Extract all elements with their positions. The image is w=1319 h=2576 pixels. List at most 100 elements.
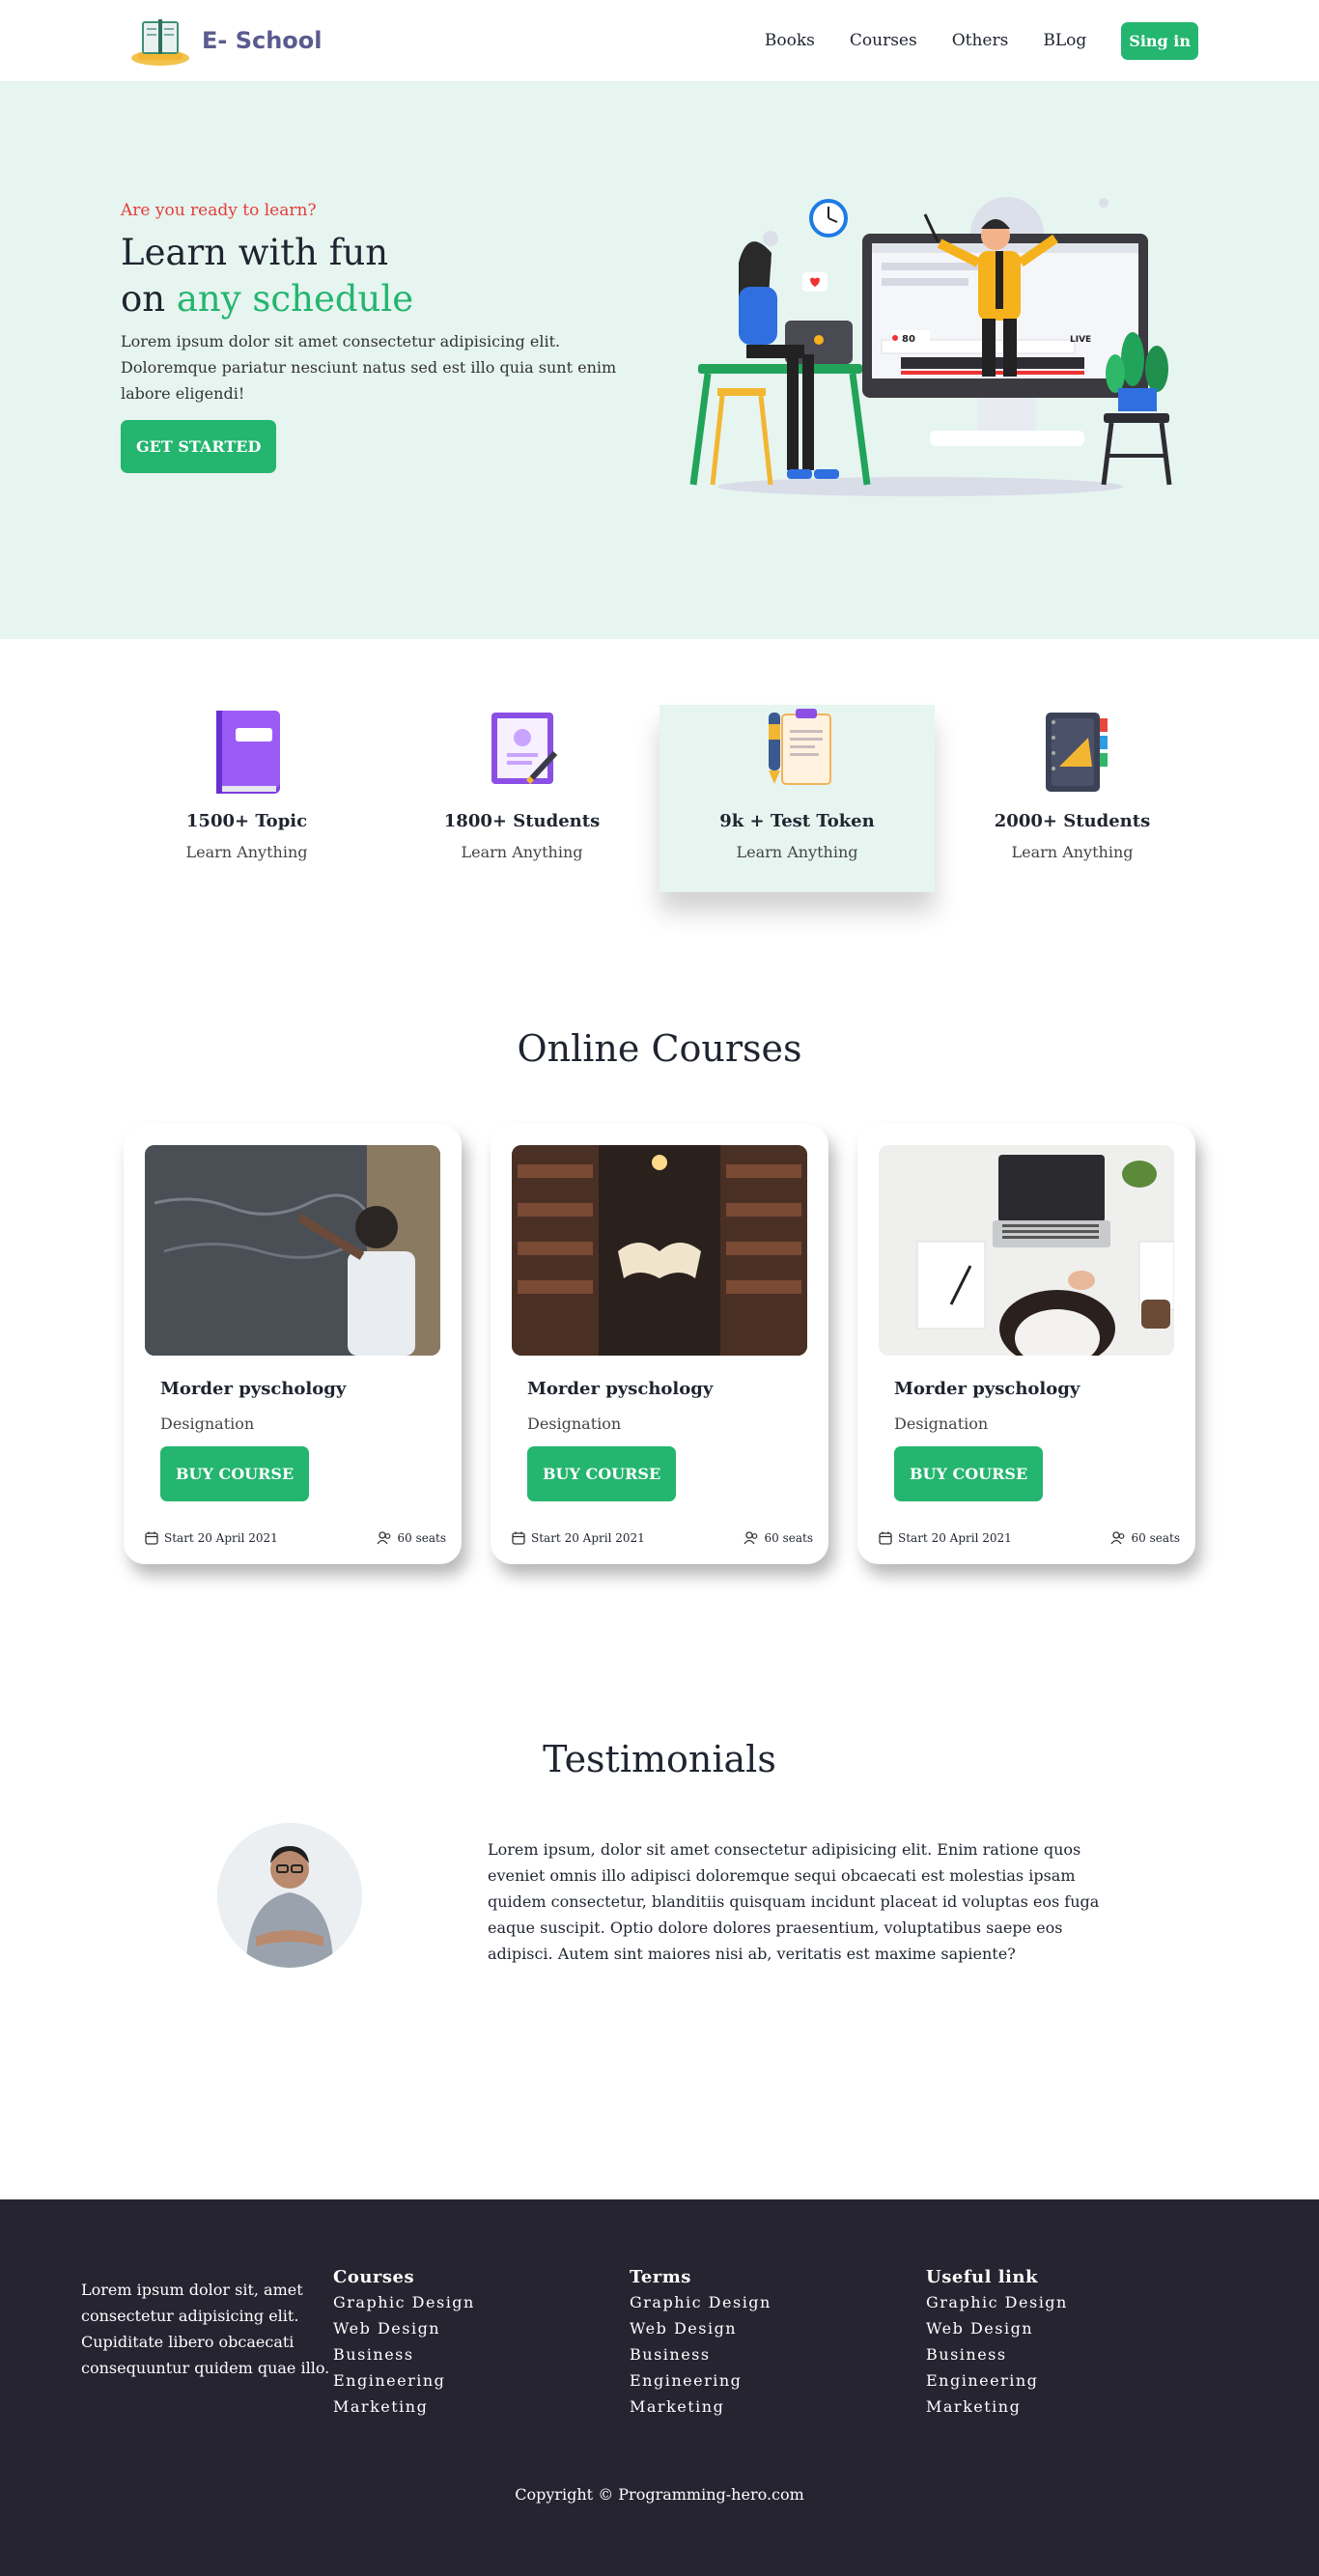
course-start-text: Start 20 April 2021 <box>898 1531 1012 1545</box>
course-start: Start 20 April 2021 <box>879 1531 1012 1545</box>
course-seats-text: 60 seats <box>764 1531 813 1545</box>
stat-card-topics: 1500+ Topic Learn Anything <box>109 705 384 892</box>
stat-subtitle: Learn Anything <box>461 843 583 861</box>
stat-subtitle: Learn Anything <box>736 843 858 861</box>
footer-link[interactable]: Graphic Design <box>926 2289 1222 2315</box>
school-book-logo-icon <box>128 14 192 68</box>
footer-link[interactable]: Graphic Design <box>630 2289 926 2315</box>
nav-link-others[interactable]: Others <box>952 31 1009 50</box>
stat-subtitle: Learn Anything <box>185 843 308 861</box>
footer-link[interactable]: Business <box>630 2341 926 2367</box>
signin-button[interactable]: Sing in <box>1121 21 1198 60</box>
course-card: Morder pyschology Designation BUY COURSE… <box>124 1124 462 1564</box>
get-started-button[interactable]: GET STARTED <box>121 420 277 473</box>
footer-link[interactable]: Marketing <box>630 2394 926 2420</box>
online-teaching-illustration: 80 LIVE <box>679 195 1191 504</box>
hero-section: Are you ready to learn? Learn with fun o… <box>0 81 1319 639</box>
footer-column-title: Courses <box>333 2267 415 2287</box>
calendar-icon <box>145 1531 158 1545</box>
footer-column-terms: Terms Graphic Design Web Design Business… <box>630 2267 926 2420</box>
course-designation: Designation <box>894 1414 989 1433</box>
course-seats: 60 seats <box>376 1531 446 1545</box>
course-start-text: Start 20 April 2021 <box>531 1531 645 1545</box>
users-icon <box>743 1531 757 1545</box>
clock-icon <box>809 199 848 238</box>
calendar-icon <box>512 1531 525 1545</box>
footer-link[interactable]: Business <box>926 2341 1222 2367</box>
users-icon <box>1109 1531 1124 1545</box>
testimonial: Lorem ipsum, dolor sit amet consectetur … <box>121 1823 1198 1968</box>
stat-title: 2000+ Students <box>994 811 1151 831</box>
nav-links: Books Courses Others BLog Sing in <box>765 21 1198 60</box>
online-courses-section: Online Courses Morder pyschology Designa… <box>0 966 1319 1738</box>
footer-link[interactable]: Marketing <box>333 2394 630 2420</box>
book-icon <box>210 709 284 796</box>
course-meta: Start 20 April 2021 60 seats <box>879 1531 1180 1545</box>
notebook-icon <box>1036 709 1109 796</box>
library-floating-book-image <box>512 1145 807 1356</box>
footer-link[interactable]: Engineering <box>333 2367 630 2394</box>
testimonials-section: Testimonials Lorem ipsum, dolor sit amet… <box>0 1738 1319 2199</box>
nav-link-books[interactable]: Books <box>765 31 815 50</box>
footer-column-title: Terms <box>630 2267 691 2287</box>
footer: Lorem ipsum dolor sit, amet consectetur … <box>0 2199 1319 2576</box>
course-seats-text: 60 seats <box>1131 1531 1180 1545</box>
testimonial-quote: Lorem ipsum, dolor sit amet consectetur … <box>488 1840 1100 1963</box>
course-start: Start 20 April 2021 <box>512 1531 645 1545</box>
footer-link[interactable]: Marketing <box>926 2394 1222 2420</box>
testimonials-heading: Testimonials <box>543 1738 776 1780</box>
stat-title: 1500+ Topic <box>185 811 308 831</box>
top-navbar: E- School Books Courses Others BLog Sing… <box>0 0 1319 81</box>
nav-link-blog[interactable]: BLog <box>1043 31 1086 50</box>
footer-link[interactable]: Web Design <box>926 2315 1222 2341</box>
course-seats-text: 60 seats <box>397 1531 446 1545</box>
hero-text: Are you ready to learn? Learn with fun o… <box>121 81 642 504</box>
course-title: Morder pyschology <box>527 1379 714 1399</box>
footer-link[interactable]: Engineering <box>926 2367 1222 2394</box>
stat-card-students-2: 2000+ Students Learn Anything <box>935 705 1210 892</box>
brand[interactable]: E- School <box>128 14 323 68</box>
nav-link-courses[interactable]: Courses <box>850 31 917 50</box>
footer-link[interactable]: Web Design <box>630 2315 926 2341</box>
hero-title: Learn with fun on any schedule <box>121 230 642 322</box>
calendar-icon <box>879 1531 892 1545</box>
certificate-icon <box>486 709 559 796</box>
course-designation: Designation <box>527 1414 622 1433</box>
stat-card-students: 1800+ Students Learn Anything <box>384 705 660 892</box>
viewer-count: 80 <box>902 334 915 345</box>
courses-heading: Online Courses <box>517 1027 802 1070</box>
footer-column-useful-link: Useful link Graphic Design Web Design Bu… <box>926 2267 1222 2420</box>
course-start: Start 20 April 2021 <box>145 1531 278 1545</box>
student-at-chalkboard-image <box>145 1145 440 1356</box>
hero-title-line1: Learn with fun <box>121 232 389 273</box>
brand-name: E- School <box>202 27 323 54</box>
footer-column-title: Useful link <box>926 2267 1038 2287</box>
buy-course-button[interactable]: BUY COURSE <box>894 1446 1044 1501</box>
stat-subtitle: Learn Anything <box>1011 843 1134 861</box>
footer-link[interactable]: Business <box>333 2341 630 2367</box>
course-seats: 60 seats <box>743 1531 813 1545</box>
avatar <box>217 1823 362 1968</box>
clipboard-pen-icon <box>761 709 834 796</box>
hero-kicker: Are you ready to learn? <box>121 201 317 220</box>
footer-link[interactable]: Engineering <box>630 2367 926 2394</box>
course-designation: Designation <box>160 1414 255 1433</box>
users-icon <box>376 1531 390 1545</box>
course-meta: Start 20 April 2021 60 seats <box>512 1531 813 1545</box>
live-badge: LIVE <box>1070 335 1091 345</box>
stats-section: 1500+ Topic Learn Anything 1800+ Student… <box>0 639 1319 966</box>
buy-course-button[interactable]: BUY COURSE <box>160 1446 310 1501</box>
course-title: Morder pyschology <box>894 1379 1080 1399</box>
footer-about: Lorem ipsum dolor sit, amet consectetur … <box>81 2281 330 2377</box>
footer-link[interactable]: Web Design <box>333 2315 630 2341</box>
footer-link[interactable]: Graphic Design <box>333 2289 630 2315</box>
course-start-text: Start 20 April 2021 <box>164 1531 278 1545</box>
course-title: Morder pyschology <box>160 1379 347 1399</box>
hero-description: Lorem ipsum dolor sit amet consectetur a… <box>121 332 617 403</box>
stat-title: 1800+ Students <box>443 811 601 831</box>
hero-title-accent: any schedule <box>176 278 414 320</box>
buy-course-button[interactable]: BUY COURSE <box>527 1446 677 1501</box>
stat-title: 9k + Test Token <box>719 811 875 831</box>
course-grid: Morder pyschology Designation BUY COURSE… <box>124 1124 1195 1564</box>
course-card: Morder pyschology Designation BUY COURSE… <box>491 1124 828 1564</box>
